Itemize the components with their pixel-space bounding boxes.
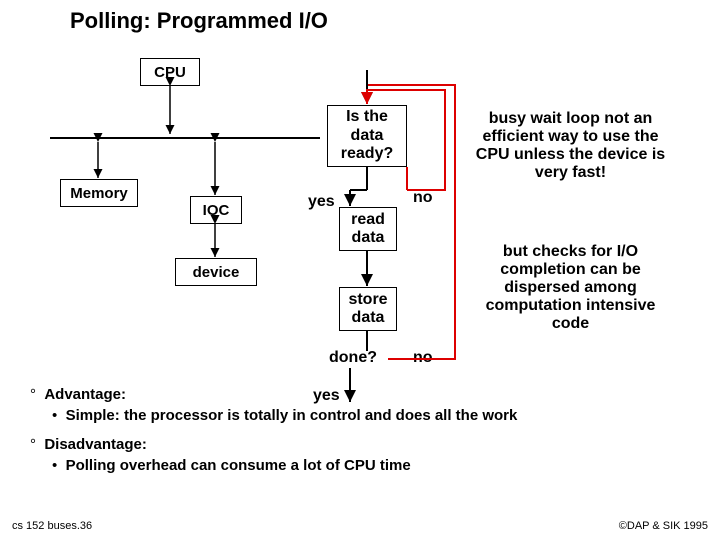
device-box: device [175,258,257,286]
done-label: done? [329,349,377,367]
disadvantage-item: • Polling overhead can consume a lot of … [52,457,690,474]
no2-label: no [413,349,433,367]
note-busy-wait: busy wait loop not an efficient way to u… [468,110,673,182]
read-l2: data [352,229,385,247]
advantage-head: ° Advantage: [30,386,690,403]
store-data-box: store data [339,287,397,331]
is-data-ready-box: Is the data ready? [327,105,407,167]
note-dispersed: but checks for I/O completion can be dis… [468,243,673,333]
advantage-item: • Simple: the processor is totally in co… [52,407,690,424]
isready-l2: data [351,127,384,145]
memory-box: Memory [60,179,138,207]
read-l1: read [351,211,385,229]
isready-l3: ready? [341,145,393,163]
no1-label: no [413,189,433,207]
disadvantage-head: ° Disadvantage: [30,436,690,453]
store-l2: data [352,309,385,327]
footer-left: cs 152 buses.36 [12,520,92,532]
isready-l1: Is the [346,108,388,126]
slide-title: Polling: Programmed I/O [70,8,328,34]
ioc-box: IOC [190,196,242,224]
yes1-label: yes [308,193,335,211]
read-data-box: read data [339,207,397,251]
cpu-box: CPU [140,58,200,86]
footer-right: ©DAP & SIK 1995 [619,520,708,532]
store-l1: store [348,291,387,309]
bullet-list: ° Advantage: • Simple: the processor is … [30,386,690,486]
